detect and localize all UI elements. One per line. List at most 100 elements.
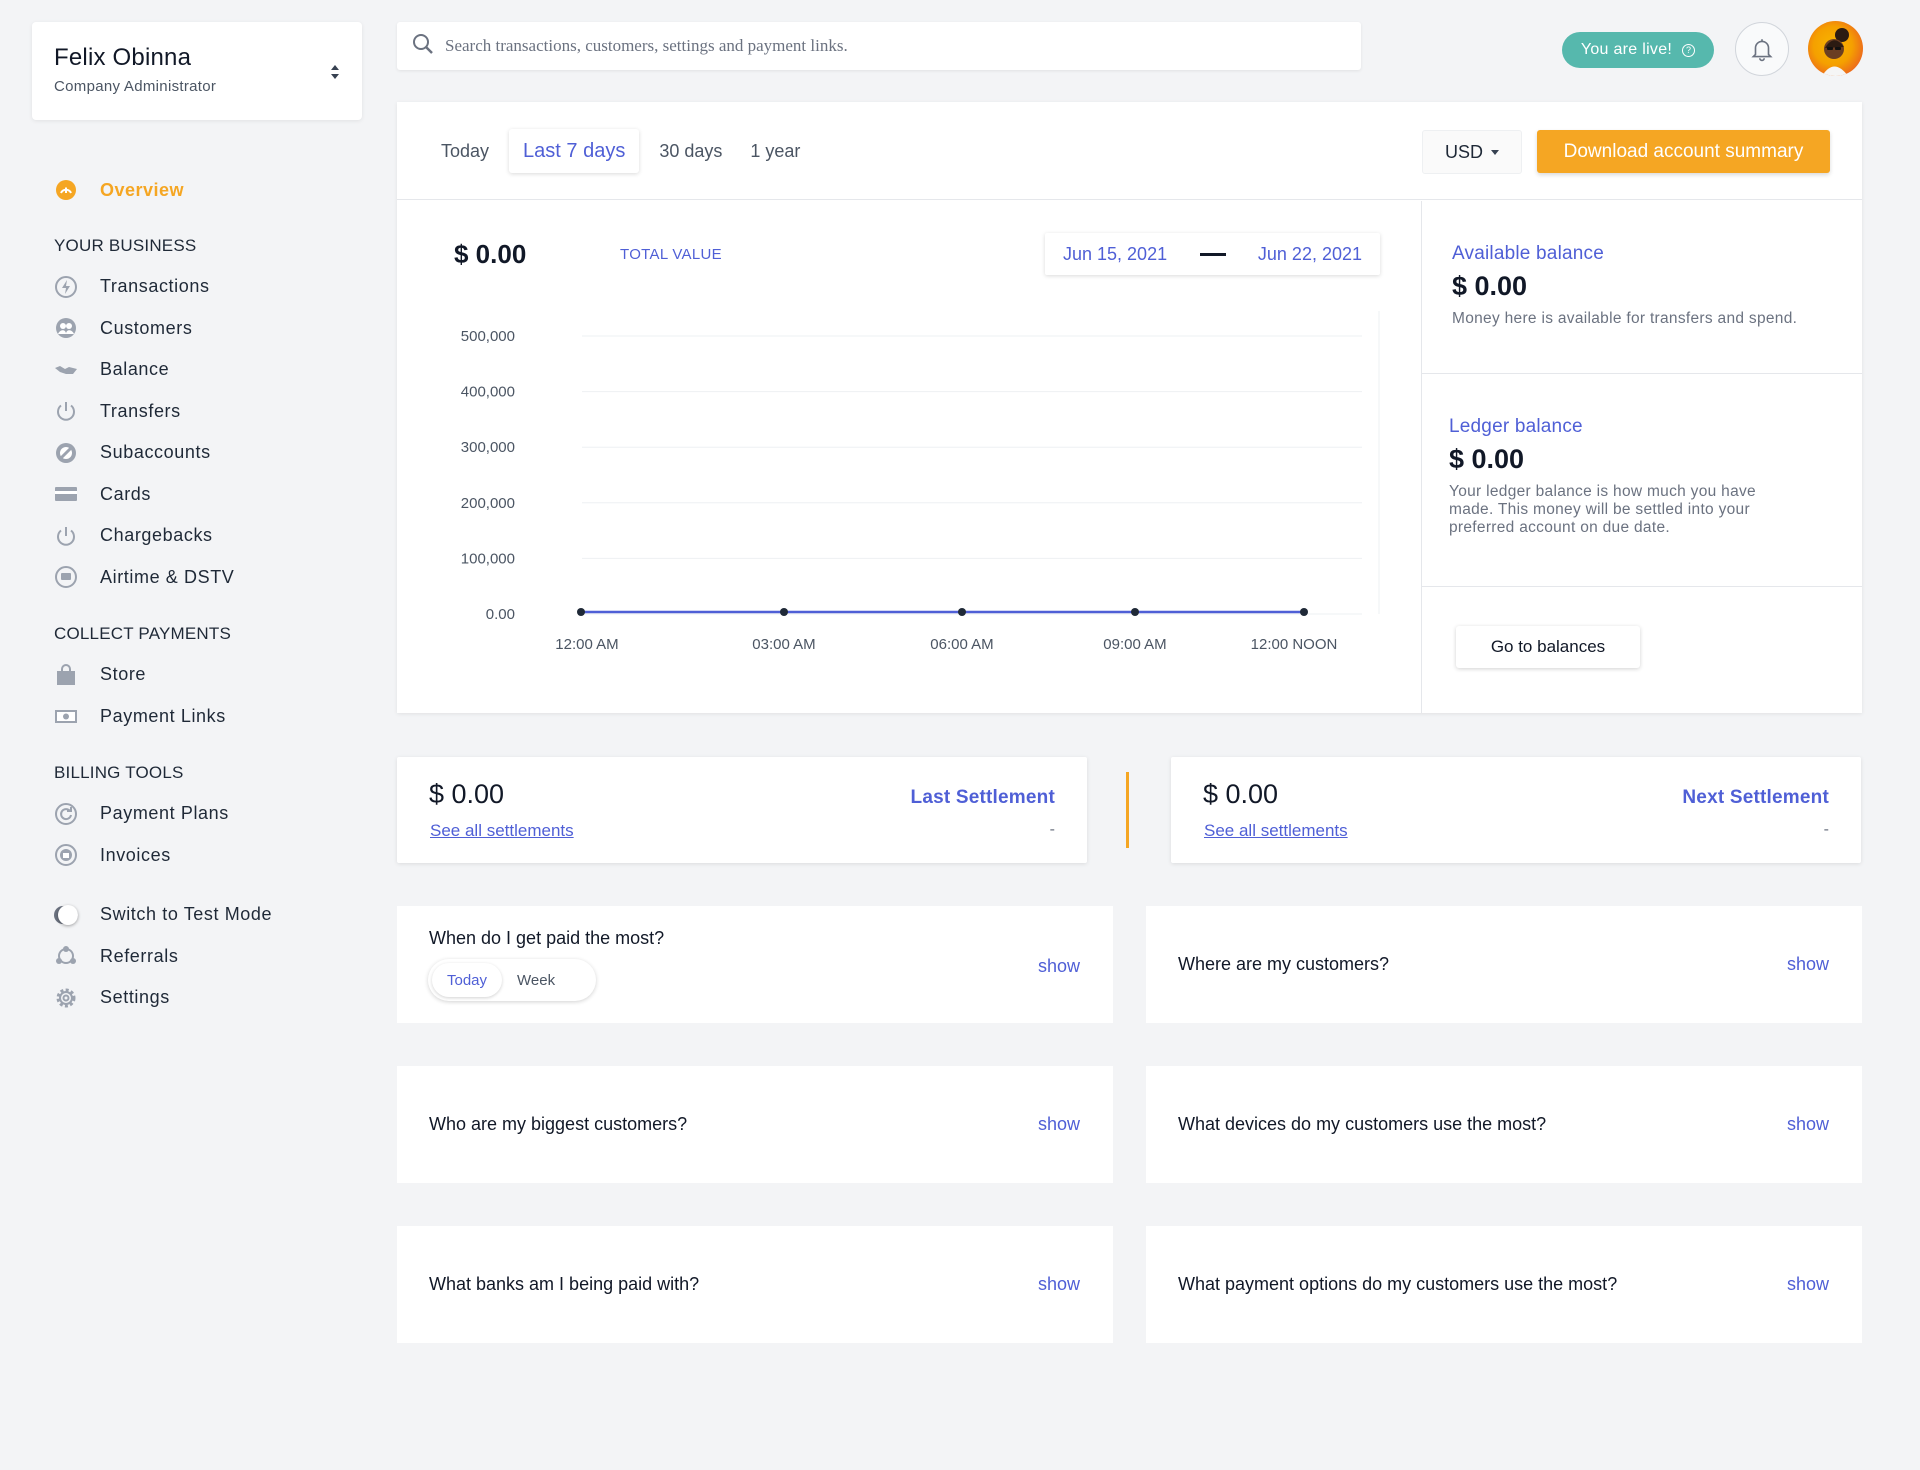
divider <box>1422 586 1862 587</box>
available-balance: Available balance $ 0.00 Money here is a… <box>1422 201 1862 373</box>
tab-today[interactable]: Today <box>427 129 503 173</box>
settlement-divider <box>1126 772 1129 848</box>
sidebar-item-invoices[interactable]: Invoices <box>54 835 354 877</box>
sidebar-item-customers[interactable]: Customers <box>54 308 354 350</box>
sidebar-item-payment-plans[interactable]: Payment Plans <box>54 793 354 835</box>
show-link[interactable]: show <box>1038 1274 1080 1295</box>
available-balance-amount: $ 0.00 <box>1452 271 1528 301</box>
data-point <box>958 608 966 616</box>
tv-icon <box>54 565 78 589</box>
sidebar-item-settings[interactable]: Settings <box>54 977 354 1019</box>
sidebar-item-label: Store <box>100 664 147 685</box>
data-point <box>1131 608 1139 616</box>
date-from[interactable]: Jun 15, 2021 <box>1063 244 1167 265</box>
sidebar-item-transfers[interactable]: Transfers <box>54 391 354 433</box>
show-link[interactable]: show <box>1787 1114 1829 1135</box>
tab-1-year[interactable]: 1 year <box>736 129 814 173</box>
sidebar-item-referrals[interactable]: Referrals <box>54 936 354 978</box>
gauge-icon <box>54 178 78 202</box>
show-link[interactable]: show <box>1038 956 1080 977</box>
line-chart: 500,000 400,000 300,000 200,000 100,000 0.00 1… <box>461 311 1380 653</box>
x-tick-label: 06:00 AM <box>930 636 993 653</box>
see-all-settlements-link[interactable]: See all settlements <box>430 821 574 841</box>
overview-panel: Today Last 7 days 30 days 1 year USD Dow… <box>397 102 1862 713</box>
toggle-switch[interactable] <box>54 903 78 927</box>
sidebar-item-chargebacks[interactable]: Chargebacks <box>54 515 354 557</box>
sidebar-item-label: Settings <box>100 987 170 1008</box>
date-to[interactable]: Jun 22, 2021 <box>1258 244 1362 265</box>
show-link[interactable]: show <box>1038 1114 1080 1135</box>
sidebar-item-cards[interactable]: Cards <box>54 474 354 516</box>
invoice-icon <box>54 843 78 867</box>
period-tabs: Today Last 7 days 30 days 1 year <box>427 129 814 173</box>
sidebar-item-payment-links[interactable]: Payment Links <box>54 696 354 738</box>
currency-select[interactable]: USD <box>1422 130 1522 174</box>
power-icon <box>54 524 78 548</box>
sidebar-item-subaccounts[interactable]: Subaccounts <box>54 432 354 474</box>
search-bar[interactable] <box>397 22 1361 70</box>
segment-week[interactable]: Week <box>502 963 570 997</box>
go-to-balances-button[interactable]: Go to balances <box>1456 626 1640 668</box>
profile-card[interactable]: Felix Obinna Company Administrator <box>32 22 362 120</box>
insight-question: Where are my customers? <box>1178 954 1390 974</box>
see-all-settlements-link[interactable]: See all settlements <box>1204 821 1348 841</box>
ledger-balance-title: Ledger balance <box>1449 416 1583 437</box>
users-icon <box>54 316 78 340</box>
avatar[interactable] <box>1808 21 1863 76</box>
data-point <box>780 608 788 616</box>
test-mode-toggle[interactable]: Switch to Test Mode <box>54 894 354 936</box>
chart-area: $ 0.00 TOTAL VALUE Jun 15, 2021 Jun 22, … <box>397 201 1421 713</box>
insight-card-payment-options: What payment options do my customers use… <box>1146 1226 1862 1343</box>
section-your-business: YOUR BUSINESS <box>54 236 197 255</box>
ledger-balance-amount: $ 0.00 <box>1449 444 1525 474</box>
total-value: $ 0.00 <box>454 239 527 269</box>
y-tick-label: 500,000 <box>461 328 515 345</box>
balances-column: Available balance $ 0.00 Money here is a… <box>1421 201 1862 713</box>
show-link[interactable]: show <box>1787 954 1829 975</box>
sidebar-item-label: Cards <box>100 483 152 504</box>
currency-value: USD <box>1444 141 1483 162</box>
total-value-label: TOTAL VALUE <box>620 246 722 263</box>
profile-role: Company Administrator <box>54 78 217 95</box>
search-input[interactable] <box>445 36 1325 56</box>
next-settlement-card: $ 0.00 See all settlements Next Settleme… <box>1171 757 1861 863</box>
section-collect-payments: COLLECT PAYMENTS <box>54 624 232 643</box>
sidebar-item-store[interactable]: Store <box>54 654 354 696</box>
y-tick-label: 300,000 <box>461 439 515 456</box>
available-balance-desc: Money here is available for transfers an… <box>1452 310 1798 327</box>
last-settlement-card: $ 0.00 See all settlements Last Settleme… <box>397 757 1087 863</box>
referrals-icon <box>54 944 78 968</box>
available-balance-title: Available balance <box>1452 243 1604 264</box>
tab-30-days[interactable]: 30 days <box>645 129 736 173</box>
handshake-icon <box>54 358 78 382</box>
sidebar-item-airtime-dstv[interactable]: Airtime & DSTV <box>54 557 354 599</box>
last-settlement-value: - <box>1049 821 1055 838</box>
y-tick-label: 200,000 <box>461 495 515 512</box>
x-tick-label: 12:00 NOON <box>1251 636 1338 653</box>
card-icon <box>54 482 78 506</box>
sidebar-item-balance[interactable]: Balance <box>54 349 354 391</box>
show-link[interactable]: show <box>1787 1274 1829 1295</box>
date-range-picker[interactable]: Jun 15, 2021 Jun 22, 2021 <box>1045 233 1380 275</box>
y-tick-label: 400,000 <box>461 384 515 401</box>
sidebar-item-label: Payment Plans <box>100 803 229 824</box>
sidebar-item-overview[interactable]: Overview <box>54 172 354 208</box>
bolt-icon <box>54 275 78 299</box>
sidebar-item-label: Balance <box>100 359 170 380</box>
next-settlement-value: - <box>1823 821 1829 838</box>
money-icon <box>54 704 78 728</box>
tab-last-7-days[interactable]: Last 7 days <box>509 129 640 173</box>
account-switch-icon[interactable] <box>328 62 342 82</box>
y-tick-label: 0.00 <box>486 606 515 623</box>
segment-today[interactable]: Today <box>432 963 502 997</box>
insight-card-customers-where: Where are my customers? show <box>1146 906 1862 1023</box>
sidebar-item-transactions[interactable]: Transactions <box>54 266 354 308</box>
data-point <box>577 608 585 616</box>
download-summary-button[interactable]: Download account summary <box>1537 130 1830 173</box>
live-status-badge[interactable]: You are live! ? <box>1562 32 1714 68</box>
ledger-balance: Ledger balance $ 0.00 Your ledger balanc… <box>1422 374 1862 586</box>
notifications-button[interactable] <box>1735 22 1789 76</box>
sidebar-item-label: Invoices <box>100 844 171 865</box>
sidebar-item-label: Transactions <box>100 276 210 297</box>
sidebar-item-label: Referrals <box>100 945 179 966</box>
